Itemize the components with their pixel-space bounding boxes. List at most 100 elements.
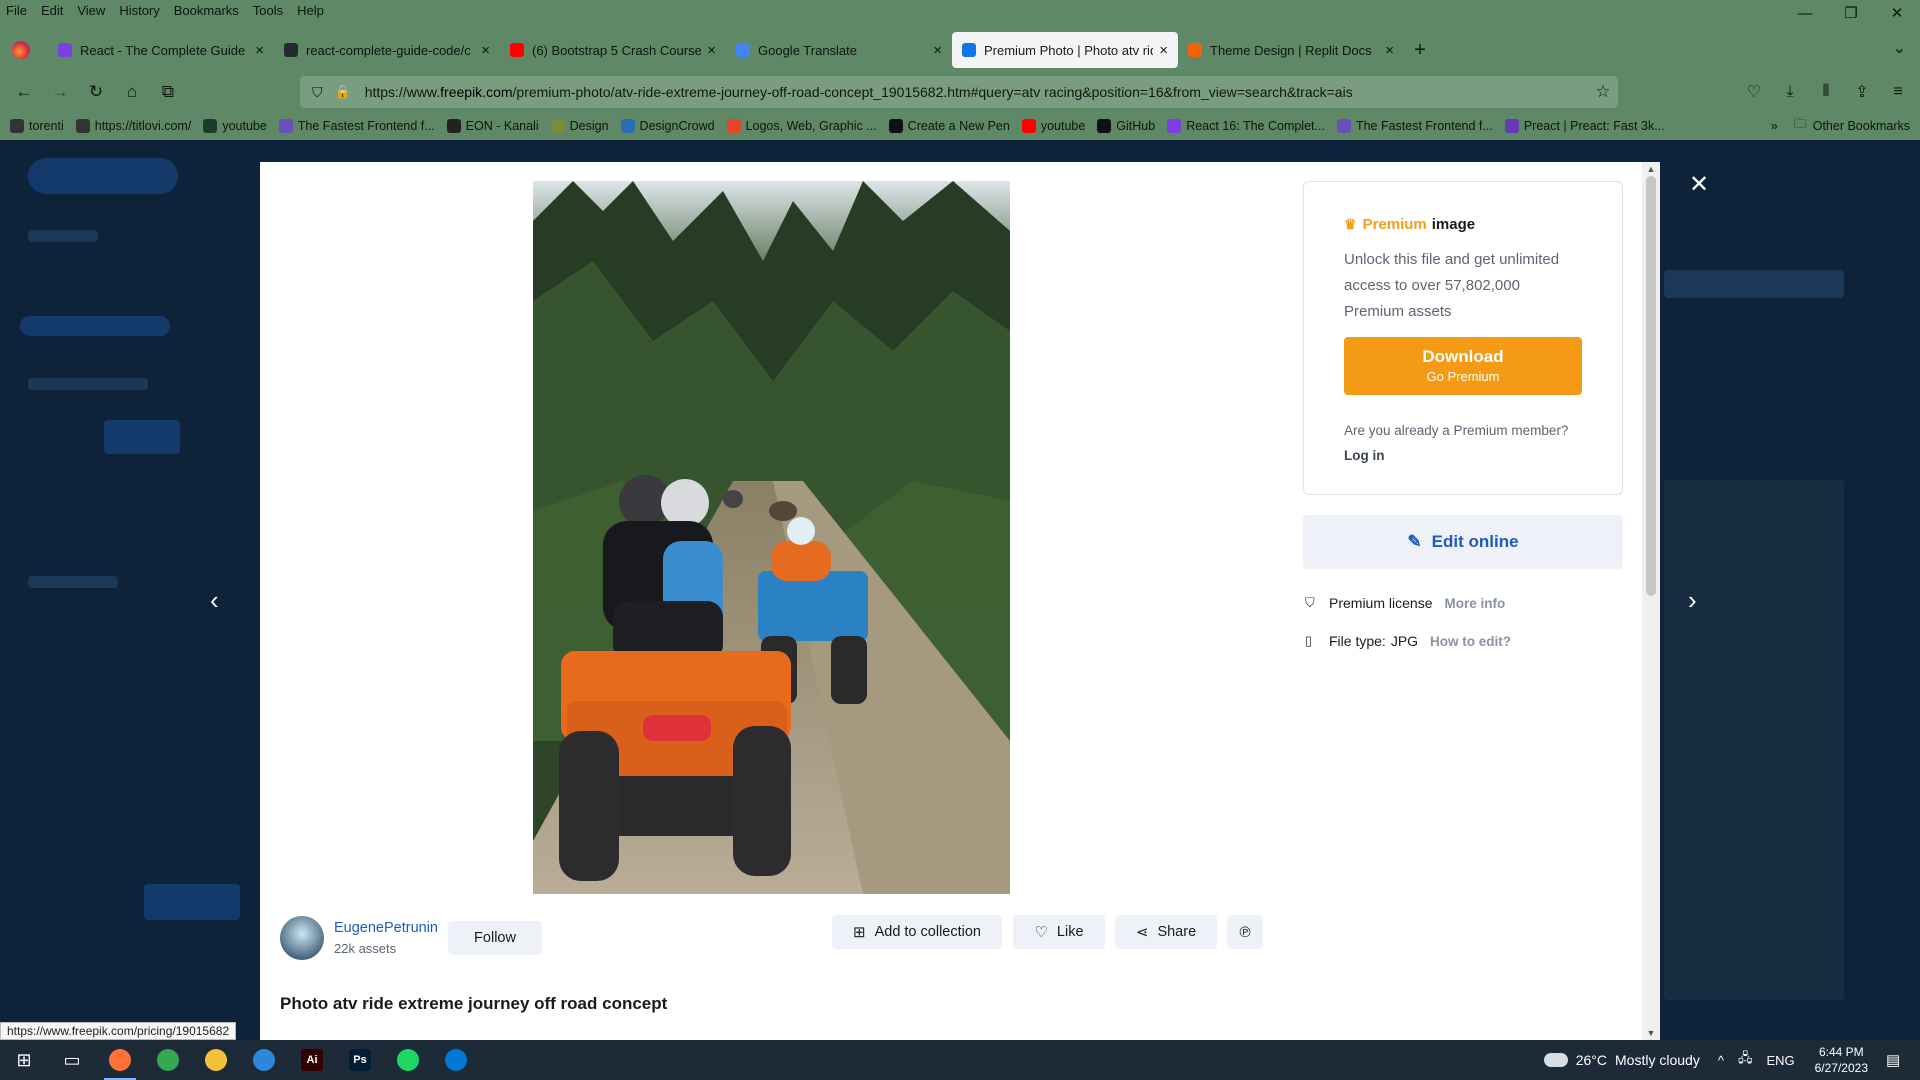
- taskbar-app-illustrator[interactable]: Ai: [288, 1040, 336, 1080]
- taskbar-app-mail[interactable]: [240, 1040, 288, 1080]
- bookmark-item[interactable]: youtube: [1021, 119, 1085, 133]
- taskbar-app-spotify[interactable]: [384, 1040, 432, 1080]
- bookmark-item[interactable]: The Fastest Frontend f...: [278, 119, 435, 133]
- taskbar-app-vscode[interactable]: [432, 1040, 480, 1080]
- taskbar-app-photoshop[interactable]: Ps: [336, 1040, 384, 1080]
- task-view-button[interactable]: ▭: [48, 1040, 96, 1080]
- new-tab-button[interactable]: +: [1404, 39, 1436, 62]
- system-tray: 26°C Mostly cloudy ^ 🖧 ENG 6:44 PM 6/27/…: [1543, 1040, 1920, 1080]
- bookmarks-more-icon[interactable]: »: [1771, 119, 1778, 133]
- browser-chrome: File Edit View History Bookmarks Tools H…: [0, 0, 1920, 140]
- back-button[interactable]: ←: [6, 82, 42, 102]
- firefox-logo-icon[interactable]: [12, 41, 30, 59]
- like-button[interactable]: ♡ Like: [1013, 915, 1105, 949]
- tab-close-icon[interactable]: ×: [933, 42, 942, 59]
- browser-tab[interactable]: (6) Bootstrap 5 Crash Course T ×: [500, 32, 726, 68]
- bookmark-item[interactable]: https://titlovi.com/: [75, 119, 191, 133]
- lock-icon[interactable]: 🔒: [335, 84, 351, 100]
- taskbar-app-chrome[interactable]: [144, 1040, 192, 1080]
- taskbar-app-explorer[interactable]: [192, 1040, 240, 1080]
- browser-tab[interactable]: react-complete-guide-code/c ×: [274, 32, 500, 68]
- browser-tab[interactable]: Google Translate ×: [726, 32, 952, 68]
- bookmark-item[interactable]: React 16: The Complet...: [1167, 119, 1325, 133]
- scroll-up-icon[interactable]: ▲: [1642, 164, 1660, 174]
- pinterest-button[interactable]: ℗: [1227, 915, 1263, 949]
- network-icon[interactable]: 🖧: [1738, 1049, 1753, 1071]
- bookmark-item[interactable]: DesignCrowd: [620, 119, 715, 133]
- bookmark-item[interactable]: EON - Kanali: [446, 119, 539, 133]
- bookmark-item[interactable]: Logos, Web, Graphic ...: [726, 119, 877, 133]
- bookmark-item[interactable]: torenti: [10, 119, 64, 133]
- window-close-button[interactable]: ✕: [1874, 0, 1920, 28]
- browser-tab[interactable]: Theme Design | Replit Docs ×: [1178, 32, 1404, 68]
- weather-widget[interactable]: 26°C Mostly cloudy: [1543, 1052, 1700, 1068]
- more-info-link[interactable]: More info: [1444, 596, 1505, 611]
- start-button[interactable]: ⊞: [0, 1040, 48, 1080]
- share-button[interactable]: ⋖ Share: [1115, 915, 1217, 949]
- reload-button[interactable]: ↻: [78, 82, 114, 102]
- next-photo-icon[interactable]: ›: [1688, 585, 1697, 616]
- login-link[interactable]: Log in: [1344, 448, 1582, 463]
- pocket-icon[interactable]: ♡: [1736, 82, 1772, 102]
- app-menu-icon[interactable]: ≡: [1880, 83, 1916, 101]
- atv-photo[interactable]: [533, 181, 1010, 894]
- restore-button[interactable]: ❐: [1828, 0, 1874, 28]
- tab-close-icon[interactable]: ×: [707, 42, 716, 59]
- menu-bookmarks[interactable]: Bookmarks: [174, 3, 239, 18]
- author-name-link[interactable]: EugenePetrunin: [334, 920, 438, 936]
- browser-tab[interactable]: Premium Photo | Photo atv ride ×: [952, 32, 1178, 68]
- tab-bar: React - The Complete Guide 20 × react-comp…: [0, 30, 1920, 70]
- tab-strip: React - The Complete Guide 20 × react-comp…: [48, 32, 1404, 68]
- tab-favicon-icon: [510, 43, 524, 57]
- menu-edit[interactable]: Edit: [41, 3, 63, 18]
- bookmark-item[interactable]: GitHub: [1097, 119, 1155, 133]
- tab-close-icon[interactable]: ×: [1385, 42, 1394, 59]
- menu-history[interactable]: History: [119, 3, 159, 18]
- scrollbar-thumb[interactable]: [1646, 176, 1656, 596]
- tab-close-icon[interactable]: ×: [481, 42, 490, 59]
- download-button[interactable]: Download Go Premium: [1344, 337, 1582, 395]
- avatar[interactable]: [280, 916, 324, 960]
- notification-icon[interactable]: ▤: [1886, 1051, 1912, 1069]
- bookmark-item[interactable]: Design: [550, 119, 609, 133]
- forward-button[interactable]: →: [42, 82, 78, 102]
- extensions-icon[interactable]: ⇪: [1844, 82, 1880, 102]
- list-all-tabs-icon[interactable]: ⌄: [1893, 38, 1906, 58]
- follow-button[interactable]: Follow: [448, 921, 542, 955]
- other-bookmarks[interactable]: Other Bookmarks: [1813, 119, 1910, 133]
- bookmark-item[interactable]: Create a New Pen: [888, 119, 1010, 133]
- taskbar-app-firefox[interactable]: [96, 1040, 144, 1080]
- home-button[interactable]: ⌂: [114, 82, 150, 102]
- bookmark-item[interactable]: Preact | Preact: Fast 3k...: [1504, 119, 1665, 133]
- minimize-button[interactable]: —: [1782, 0, 1828, 28]
- menu-tools[interactable]: Tools: [253, 3, 283, 18]
- browser-tab[interactable]: React - The Complete Guide 20 ×: [48, 32, 274, 68]
- add-to-collection-button[interactable]: ⊞ Add to collection: [832, 915, 1002, 949]
- clock[interactable]: 6:44 PM 6/27/2023: [1815, 1044, 1868, 1076]
- bookmark-item[interactable]: youtube: [203, 119, 267, 133]
- screenshot-button[interactable]: ⧉: [150, 82, 186, 102]
- backdrop-thumbnail: [1664, 480, 1844, 1000]
- menu-view[interactable]: View: [77, 3, 105, 18]
- menu-help[interactable]: Help: [297, 3, 324, 18]
- scroll-down-icon[interactable]: ▼: [1642, 1028, 1660, 1038]
- bookmark-item[interactable]: The Fastest Frontend f...: [1336, 119, 1493, 133]
- bookmark-favicon-icon: [888, 119, 903, 133]
- url-text[interactable]: https://www.freepik.com/premium-photo/at…: [365, 84, 1588, 100]
- modal-scrollbar[interactable]: ▲ ▼: [1642, 162, 1660, 1040]
- tab-close-icon[interactable]: ×: [1159, 42, 1168, 59]
- tracking-shield-icon[interactable]: ⛉: [312, 84, 323, 101]
- address-bar[interactable]: ⛉ 🔒 https://www.freepik.com/premium-phot…: [300, 76, 1618, 108]
- tray-overflow-icon[interactable]: ^: [1718, 1053, 1724, 1068]
- downloads-icon[interactable]: ⤓: [1772, 83, 1808, 101]
- bookmark-star-icon[interactable]: ☆: [1588, 82, 1618, 102]
- previous-photo-icon[interactable]: ‹: [210, 585, 219, 616]
- edit-online-button[interactable]: ✎ Edit online: [1303, 515, 1623, 569]
- library-icon[interactable]: ⫴: [1808, 83, 1844, 101]
- pencil-icon: ✎: [1407, 532, 1422, 551]
- modal-close-icon[interactable]: ✕: [1686, 170, 1712, 199]
- tab-close-icon[interactable]: ×: [255, 42, 264, 59]
- language-indicator[interactable]: ENG: [1766, 1053, 1794, 1068]
- how-to-edit-link[interactable]: How to edit?: [1430, 634, 1511, 649]
- menu-file[interactable]: File: [6, 3, 27, 18]
